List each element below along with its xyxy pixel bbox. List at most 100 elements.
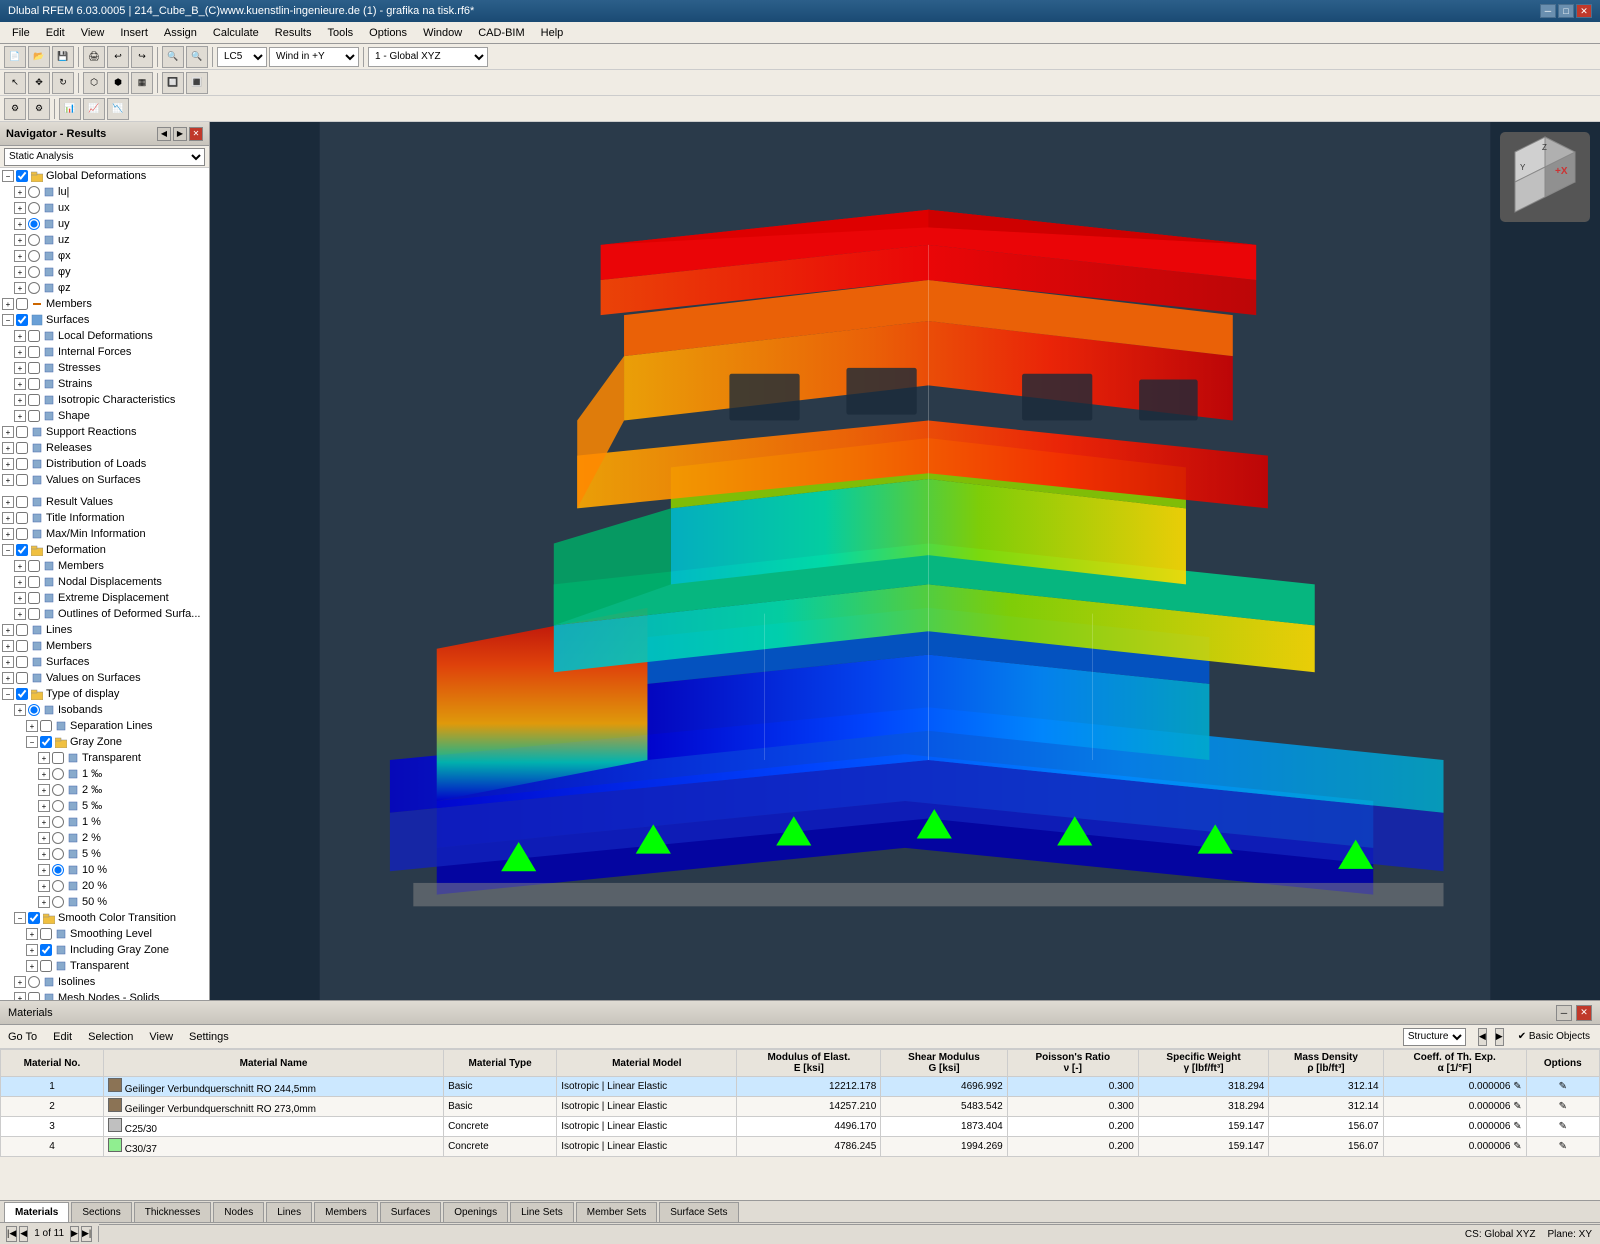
tree-expand-btn[interactable]: + — [14, 608, 26, 620]
tree-expand-btn[interactable]: + — [2, 528, 14, 540]
tree-item[interactable]: +Values on Surfaces — [0, 670, 209, 686]
page-last-btn[interactable]: ▶| — [81, 1226, 92, 1242]
view-btn-2[interactable]: ⬢ — [107, 72, 129, 94]
tree-checkbox[interactable] — [16, 298, 28, 310]
tree-expand-btn[interactable]: + — [2, 458, 14, 470]
structure-combo[interactable]: Structure — [1403, 1028, 1466, 1046]
tree-expand-btn[interactable]: − — [14, 912, 26, 924]
tree-item[interactable]: +Transparent — [0, 958, 209, 974]
tree-checkbox[interactable] — [40, 736, 52, 748]
tree-item[interactable]: +φz — [0, 280, 209, 296]
page-next-btn[interactable]: ▶ — [70, 1226, 79, 1242]
rotate-btn[interactable]: ↻ — [52, 72, 74, 94]
tree-item[interactable]: +Transparent — [0, 750, 209, 766]
tree-expand-btn[interactable]: + — [2, 426, 14, 438]
menu-item-view[interactable]: View — [73, 25, 113, 41]
tree-expand-btn[interactable]: + — [2, 656, 14, 668]
coord-combo[interactable]: 1 - Global XYZ — [368, 47, 488, 67]
tree-expand-btn[interactable]: + — [26, 960, 38, 972]
tab-openings[interactable]: Openings — [443, 1202, 508, 1222]
tree-expand-btn[interactable]: + — [14, 992, 26, 1000]
tree-checkbox[interactable] — [16, 544, 28, 556]
tb3-1[interactable]: ⚙ — [4, 98, 26, 120]
tree-expand-btn[interactable]: + — [14, 250, 26, 262]
navigation-cube[interactable]: +X Y Z — [1500, 132, 1590, 222]
tree-checkbox[interactable] — [16, 458, 28, 470]
tree-radio[interactable] — [28, 218, 40, 230]
tree-radio[interactable] — [28, 266, 40, 278]
tree-item[interactable]: +Members — [0, 296, 209, 312]
tree-item[interactable]: +ux — [0, 200, 209, 216]
table-row[interactable]: 1 Geilinger Verbundquerschnitt RO 244,5m… — [1, 1077, 1600, 1097]
close-btn[interactable]: ✕ — [1576, 4, 1592, 18]
tree-item[interactable]: +Isotropic Characteristics — [0, 392, 209, 408]
tree-expand-btn[interactable]: + — [26, 928, 38, 940]
tab-materials[interactable]: Materials — [4, 1202, 69, 1222]
viewport-3d[interactable]: +X Y Z — [210, 122, 1600, 1000]
tree-expand-btn[interactable]: + — [14, 560, 26, 572]
open-btn[interactable]: 📂 — [28, 46, 50, 68]
zoom-in-btn[interactable]: 🔍 — [162, 46, 184, 68]
tree-item[interactable]: +Lines — [0, 622, 209, 638]
new-btn[interactable]: 📄 — [4, 46, 26, 68]
tree-item[interactable]: +Members — [0, 558, 209, 574]
tree-item[interactable]: −Surfaces — [0, 312, 209, 328]
tree-expand-btn[interactable]: + — [2, 672, 14, 684]
tree-expand-btn[interactable]: + — [38, 768, 50, 780]
tree-checkbox[interactable] — [28, 410, 40, 422]
tree-checkbox[interactable] — [52, 752, 64, 764]
menu-item-insert[interactable]: Insert — [112, 25, 156, 41]
tree-checkbox[interactable] — [40, 960, 52, 972]
tree-expand-btn[interactable]: + — [14, 592, 26, 604]
tree-item[interactable]: +Strains — [0, 376, 209, 392]
tab-surfaces[interactable]: Surfaces — [380, 1202, 441, 1222]
tree-item[interactable]: +Shape — [0, 408, 209, 424]
tree-checkbox[interactable] — [16, 640, 28, 652]
tree-item[interactable]: +Releases — [0, 440, 209, 456]
tab-lines[interactable]: Lines — [266, 1202, 312, 1222]
bottom-edit-btn[interactable]: Edit — [49, 1029, 76, 1045]
tree-item[interactable]: +1 ‰ — [0, 766, 209, 782]
menu-item-calculate[interactable]: Calculate — [205, 25, 267, 41]
tree-expand-btn[interactable]: + — [2, 298, 14, 310]
tree-expand-btn[interactable]: + — [26, 720, 38, 732]
undo-btn[interactable]: ↩ — [107, 46, 129, 68]
move-btn[interactable]: ✥ — [28, 72, 50, 94]
page-prev-btn[interactable]: ◀ — [19, 1226, 28, 1242]
menu-item-assign[interactable]: Assign — [156, 25, 205, 41]
bottom-selection-btn[interactable]: Selection — [84, 1029, 137, 1045]
tab-line-sets[interactable]: Line Sets — [510, 1202, 574, 1222]
tree-expand-btn[interactable]: + — [14, 410, 26, 422]
tree-radio[interactable] — [52, 864, 64, 876]
save-btn[interactable]: 💾 — [52, 46, 74, 68]
tab-member-sets[interactable]: Member Sets — [576, 1202, 657, 1222]
tree-radio[interactable] — [28, 282, 40, 294]
tree-checkbox[interactable] — [16, 624, 28, 636]
nav-prev-btn-bottom[interactable]: ◀ — [1478, 1028, 1487, 1046]
tree-radio[interactable] — [52, 768, 64, 780]
tree-expand-btn[interactable]: + — [14, 378, 26, 390]
wind-combo[interactable]: Wind in +Y — [269, 47, 359, 67]
tree-checkbox[interactable] — [16, 528, 28, 540]
tree-checkbox[interactable] — [16, 688, 28, 700]
menu-item-results[interactable]: Results — [267, 25, 320, 41]
tree-expand-btn[interactable]: − — [2, 170, 14, 182]
bottom-goto-btn[interactable]: Go To — [4, 1029, 41, 1045]
lc-combo[interactable]: LC5 — [217, 47, 267, 67]
tree-expand-btn[interactable]: + — [14, 186, 26, 198]
tab-members[interactable]: Members — [314, 1202, 378, 1222]
tree-expand-btn[interactable]: + — [2, 512, 14, 524]
view-btn-1[interactable]: ⬡ — [83, 72, 105, 94]
tb3-3[interactable]: 📊 — [59, 98, 81, 120]
tree-checkbox[interactable] — [28, 330, 40, 342]
tree-checkbox[interactable] — [40, 944, 52, 956]
tree-expand-btn[interactable]: + — [2, 496, 14, 508]
tree-expand-btn[interactable]: − — [2, 314, 14, 326]
tree-checkbox[interactable] — [16, 656, 28, 668]
minimize-btn[interactable]: ─ — [1540, 4, 1556, 18]
maximize-btn[interactable]: □ — [1558, 4, 1574, 18]
tb3-5[interactable]: 📉 — [107, 98, 129, 120]
select-btn[interactable]: ↖ — [4, 72, 26, 94]
menu-item-options[interactable]: Options — [361, 25, 415, 41]
tree-item[interactable]: +Outlines of Deformed Surfa... — [0, 606, 209, 622]
